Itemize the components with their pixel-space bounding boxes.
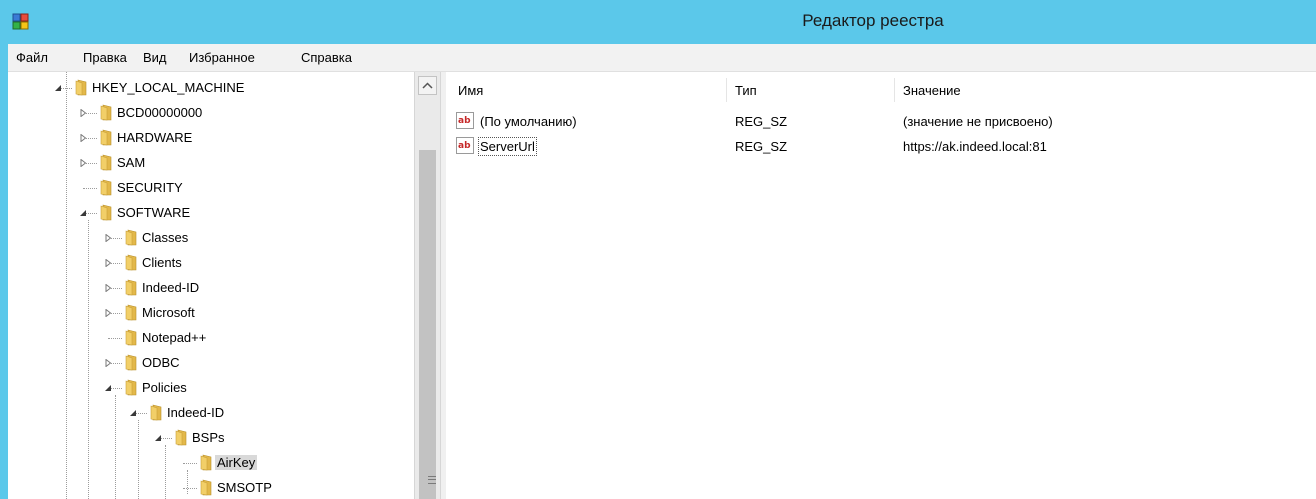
svg-text:ab: ab	[458, 116, 471, 126]
folder-icon	[125, 279, 137, 296]
column-header-name[interactable]: Имя	[458, 83, 483, 98]
tree-node[interactable]: Clients	[8, 251, 408, 275]
title-bar[interactable]: Редактор реестра	[0, 0, 1316, 44]
string-value-icon: ab	[456, 112, 474, 129]
chevron-up-icon	[422, 82, 433, 89]
registry-tree[interactable]: HKEY_LOCAL_MACHINE BCD00000000 HARDWARE SAM…	[8, 72, 414, 499]
value-data: https://ak.indeed.local:81	[903, 139, 1047, 154]
value-row[interactable]: ab ServerUrl REG_SZ https://ak.indeed.local…	[446, 135, 1316, 159]
tree-collapsed-icon[interactable]	[104, 284, 112, 292]
tree-node[interactable]: Notepad++	[8, 326, 408, 350]
tree-expanded-icon[interactable]	[129, 409, 137, 417]
folder-icon	[125, 254, 137, 271]
value-name: ServerUrl	[478, 137, 537, 156]
tree-node[interactable]: ODBC	[8, 351, 408, 375]
folder-icon	[100, 154, 112, 171]
tree-collapsed-icon[interactable]	[104, 234, 112, 242]
column-header-value[interactable]: Значение	[903, 83, 961, 98]
value-type: REG_SZ	[735, 139, 788, 154]
folder-icon	[125, 304, 137, 321]
scroll-thumb[interactable]	[419, 150, 436, 499]
tree-collapsed-icon[interactable]	[79, 134, 87, 142]
tree-node-label: ODBC	[142, 355, 180, 370]
tree-node-label: BCD00000000	[117, 105, 203, 120]
folder-icon	[125, 354, 137, 371]
menu-edit[interactable]: Правка	[83, 50, 127, 65]
menu-help[interactable]: Справка	[301, 50, 352, 65]
string-value-icon: ab	[456, 137, 474, 154]
folder-icon	[100, 129, 112, 146]
tree-node[interactable]: Policies	[8, 376, 408, 400]
tree-collapsed-icon[interactable]	[104, 309, 112, 317]
tree-node[interactable]: Classes	[8, 226, 408, 250]
tree-node-label: SAM	[117, 155, 146, 170]
tree-node-label: HKEY_LOCAL_MACHINE	[92, 80, 245, 95]
folder-icon	[100, 104, 112, 121]
folder-icon	[200, 454, 212, 471]
tree-node-label: SECURITY	[117, 180, 183, 195]
tree-node[interactable]: Microsoft	[8, 301, 408, 325]
tree-node-label: BSPs	[192, 430, 225, 445]
tree-node-label: Indeed-ID	[142, 280, 200, 295]
folder-icon	[100, 204, 112, 221]
column-header-type[interactable]: Тип	[735, 83, 757, 98]
tree-node[interactable]: Indeed-ID	[8, 401, 408, 425]
tree-node[interactable]: SECURITY	[8, 176, 408, 200]
column-separator[interactable]	[894, 78, 895, 102]
tree-node[interactable]: BCD00000000	[8, 101, 408, 125]
tree-node[interactable]: Indeed-ID	[8, 276, 408, 300]
value-row[interactable]: ab (По умолчанию) REG_SZ (значение не присв…	[446, 110, 1316, 134]
window-title: Редактор реестра	[802, 11, 944, 30]
tree-node-label: Indeed-ID	[167, 405, 225, 420]
folder-icon	[100, 179, 112, 196]
tree-node-label: Policies	[142, 380, 187, 395]
tree-node[interactable]: HARDWARE	[8, 126, 408, 150]
tree-node-label: Microsoft	[142, 305, 195, 320]
value-name: (По умолчанию)	[480, 114, 577, 129]
tree-node[interactable]: SMSOTP	[8, 476, 408, 499]
tree-node-label: HARDWARE	[117, 130, 193, 145]
tree-node-label: AirKey	[215, 455, 258, 470]
folder-icon	[125, 329, 137, 346]
folder-icon	[75, 79, 87, 96]
tree-node[interactable]: HKEY_LOCAL_MACHINE	[8, 76, 408, 100]
tree-expanded-icon[interactable]	[79, 209, 87, 217]
tree-collapsed-icon[interactable]	[104, 259, 112, 267]
grip-icon	[428, 476, 436, 484]
tree-node-label: Classes	[142, 230, 189, 245]
tree-node-label: SOFTWARE	[117, 205, 191, 220]
value-type: REG_SZ	[735, 114, 788, 129]
tree-node[interactable]: AirKey	[8, 451, 408, 475]
tree-node-label: Notepad++	[142, 330, 207, 345]
tree-scrollbar[interactable]	[414, 72, 440, 499]
menu-file[interactable]: Файл	[16, 50, 48, 65]
tree-expanded-icon[interactable]	[154, 434, 162, 442]
tree-node[interactable]: BSPs	[8, 426, 408, 450]
tree-collapsed-icon[interactable]	[79, 159, 87, 167]
tree-node-label: Clients	[142, 255, 182, 270]
tree-collapsed-icon[interactable]	[79, 109, 87, 117]
value-data: (значение не присвоено)	[903, 114, 1053, 129]
folder-icon	[150, 404, 162, 421]
tree-node[interactable]: SAM	[8, 151, 408, 175]
folder-icon	[200, 479, 212, 496]
values-list[interactable]: Имя Тип Значение ab (По умолчанию) REG_SZ (…	[446, 72, 1316, 499]
menu-favorites[interactable]: Избранное	[189, 50, 255, 65]
folder-icon	[125, 379, 137, 396]
window-frame	[0, 44, 8, 499]
menu-bar: Файл Правка Вид Избранное Справка	[8, 44, 1316, 72]
tree-node-label: SMSOTP	[217, 480, 272, 495]
tree-node[interactable]: SOFTWARE	[8, 201, 408, 225]
tree-expanded-icon[interactable]	[104, 384, 112, 392]
svg-text:ab: ab	[458, 141, 471, 151]
tree-collapsed-icon[interactable]	[104, 359, 112, 367]
scroll-up-button[interactable]	[418, 76, 437, 95]
tree-expanded-icon[interactable]	[54, 84, 62, 92]
folder-icon	[125, 229, 137, 246]
menu-view[interactable]: Вид	[143, 50, 167, 65]
column-separator[interactable]	[726, 78, 727, 102]
folder-icon	[175, 429, 187, 446]
